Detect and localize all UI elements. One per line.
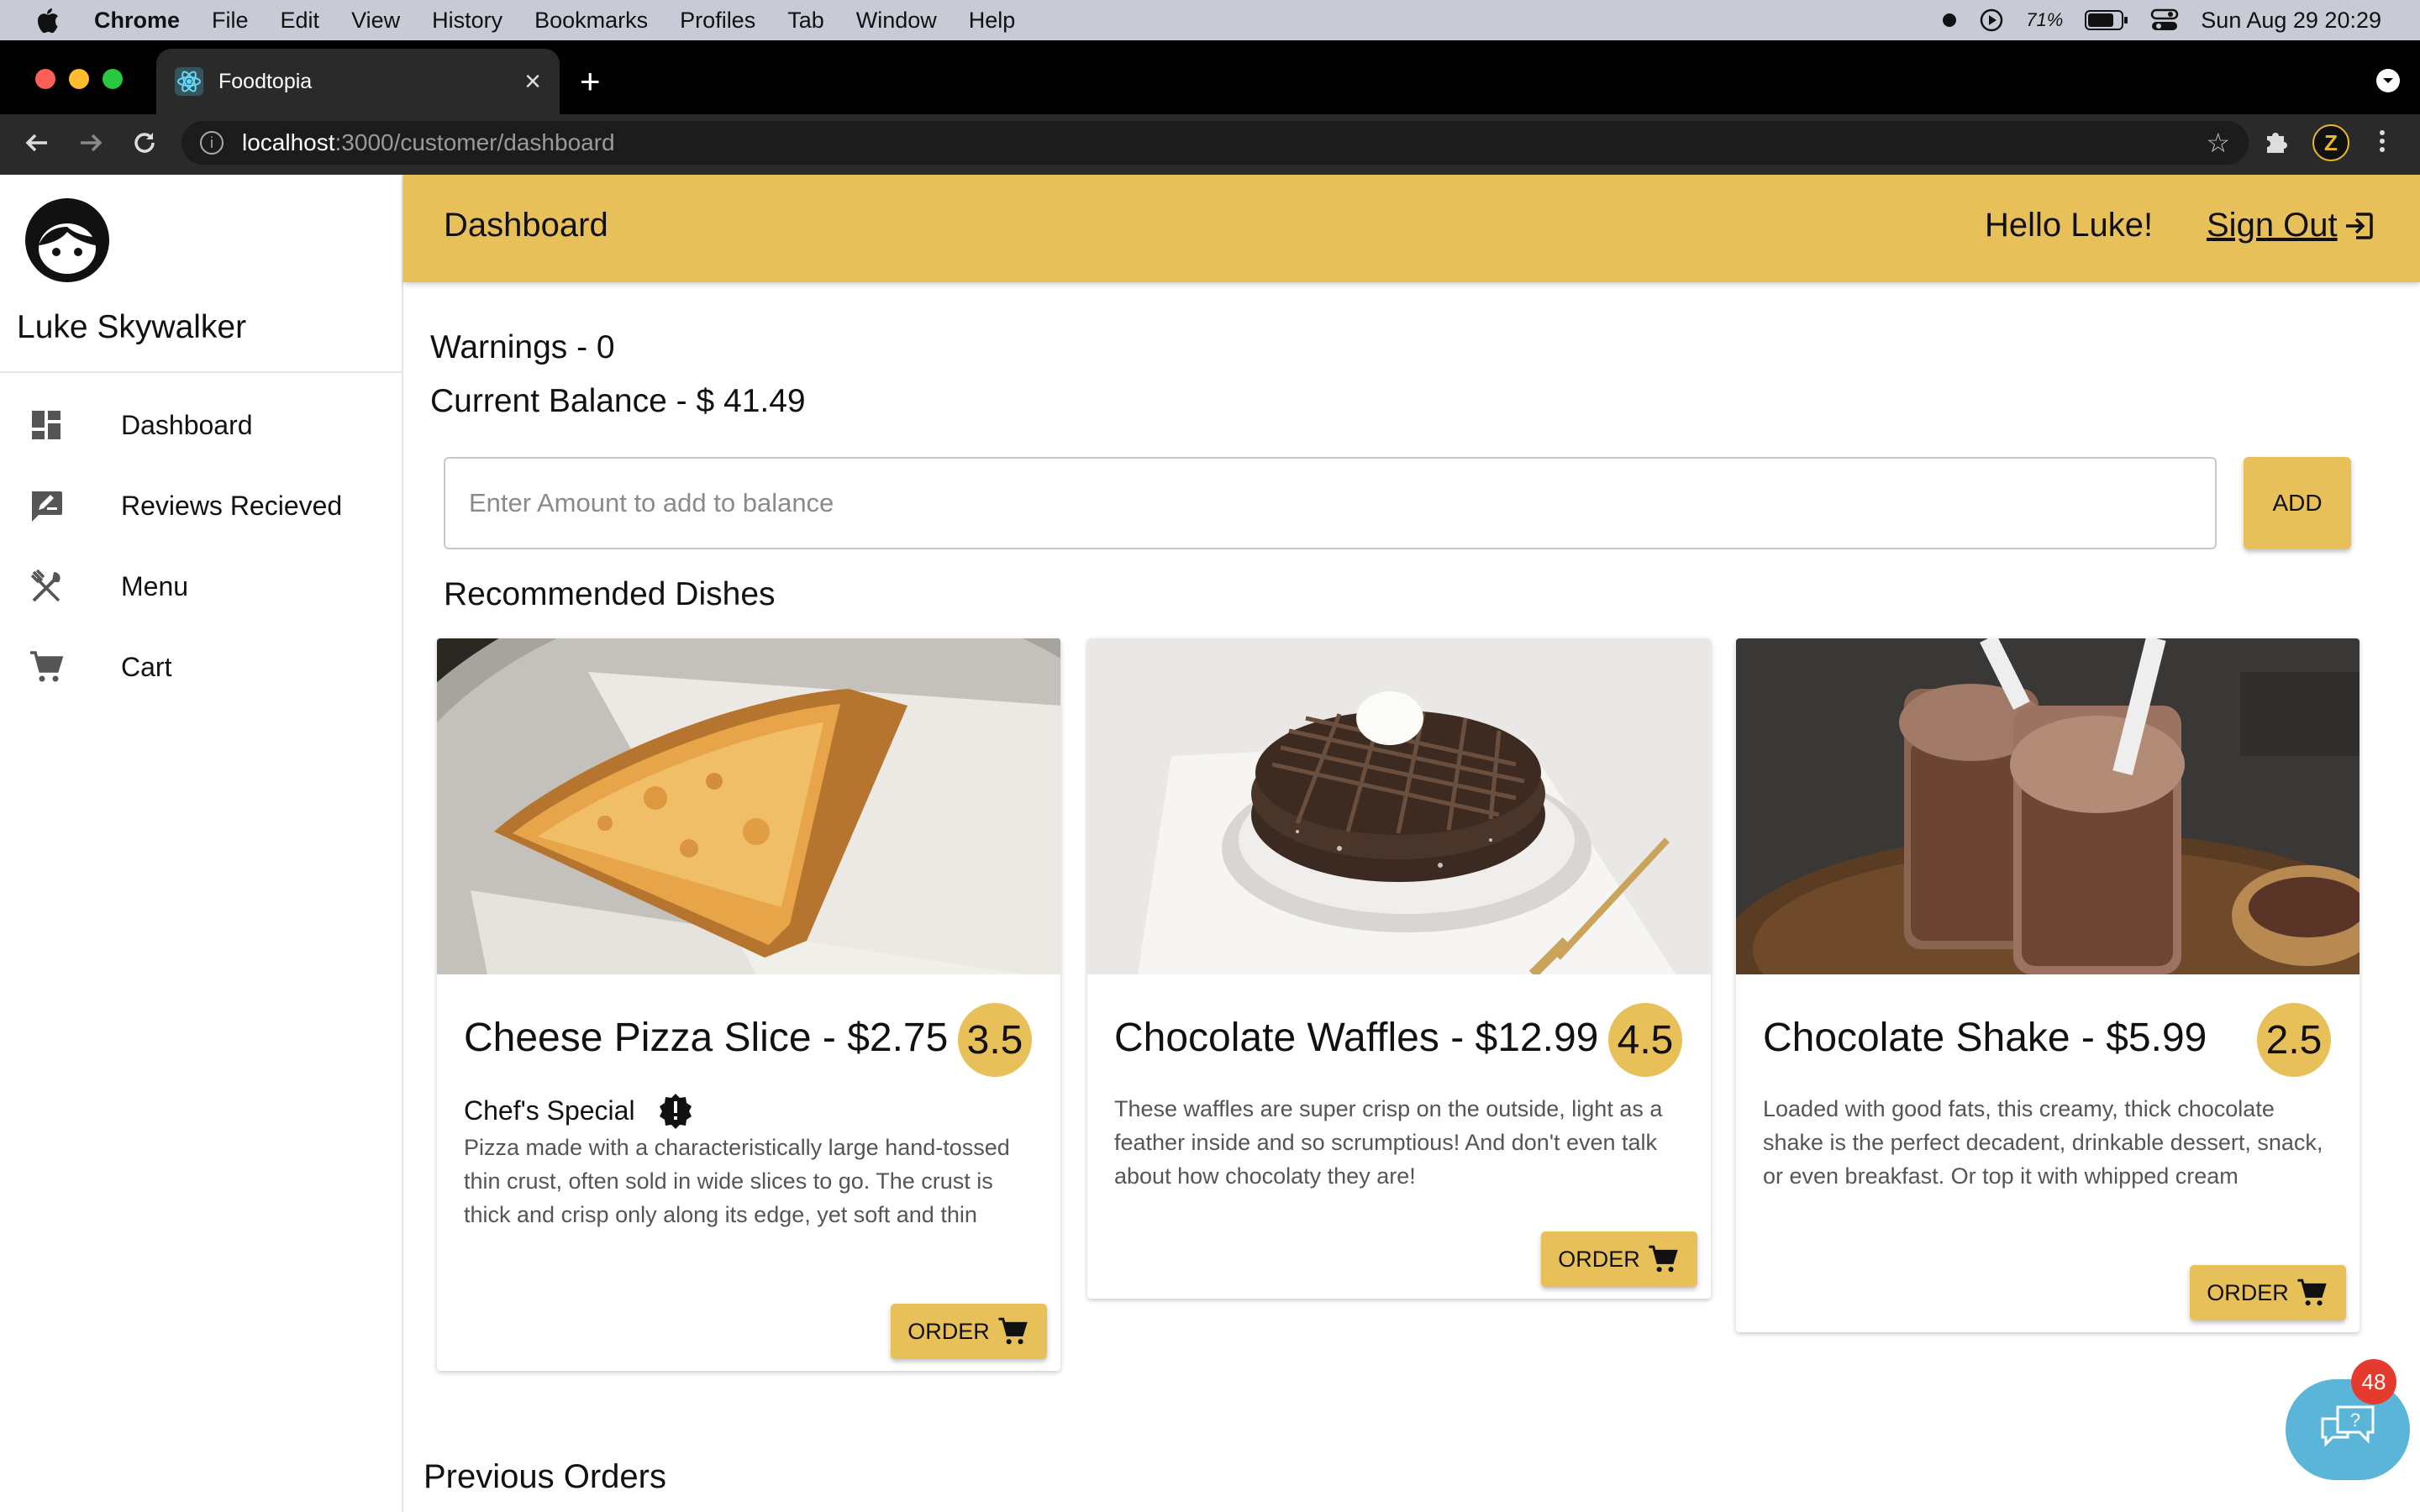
menu-edit[interactable]: Edit [281, 8, 320, 34]
browser-tab-foodtopia[interactable]: Foodtopia × [156, 49, 560, 114]
svg-text:?: ? [2350, 1410, 2360, 1431]
menu-help[interactable]: Help [969, 8, 1016, 34]
current-balance: Current Balance - $ 41.49 [430, 383, 806, 419]
window-close-button[interactable] [35, 69, 55, 89]
menu-file[interactable]: File [212, 8, 249, 34]
back-arrow-icon[interactable] [22, 128, 52, 158]
tab-title: Foodtopia [218, 69, 313, 93]
chevron-down-icon [2383, 78, 2393, 83]
cart-icon [2297, 1278, 2327, 1306]
extensions-puzzle-icon[interactable] [2260, 126, 2291, 156]
menu-window[interactable]: Window [856, 8, 937, 34]
tab-search-button[interactable] [2376, 69, 2400, 92]
play-icon[interactable] [1979, 8, 2004, 33]
sidebar-item-reviews[interactable]: Reviews Recieved [0, 465, 402, 546]
sign-out-label: Sign Out [2207, 207, 2338, 244]
waffles-photo [1087, 638, 1711, 974]
user-avatar-icon [25, 198, 109, 282]
dish-card-waffles: Chocolate Waffles - $12.99 4.5 These waf… [1087, 638, 1711, 1299]
shake-photo [1736, 638, 2360, 974]
dish-card-pizza: Cheese Pizza Slice - $2.75 3.5 Chef's Sp… [437, 638, 1060, 1371]
battery-percentage: 71% [2026, 9, 2064, 30]
bookmark-star-icon[interactable]: ☆ [2206, 127, 2230, 159]
url-path: :3000/customer/dashboard [334, 129, 615, 155]
dish-description: Pizza made with a characteristically lar… [464, 1135, 1010, 1227]
sidebar-item-dashboard[interactable]: Dashboard [0, 385, 402, 465]
apple-logo-icon[interactable] [34, 6, 60, 34]
order-button[interactable]: ORDER [891, 1304, 1047, 1359]
record-indicator-icon[interactable] [1942, 13, 1957, 28]
order-button[interactable]: ORDER [2190, 1265, 2346, 1320]
forward-arrow-icon[interactable] [76, 128, 106, 158]
dish-title: Chocolate Waffles - $12.99 [1114, 1016, 1599, 1060]
rate-review-icon [32, 491, 62, 522]
dish-rating-badge: 4.5 [1608, 1003, 1682, 1077]
order-label: ORDER [908, 1318, 990, 1344]
site-info-icon[interactable]: i [200, 131, 224, 155]
page-title: Dashboard [444, 207, 608, 244]
sidebar-item-cart[interactable]: Cart [0, 627, 402, 707]
amount-input[interactable] [444, 457, 2217, 549]
dish-description: These waffles are super crisp on the out… [1114, 1096, 1663, 1189]
new-tab-button[interactable]: + [580, 64, 601, 99]
address-bar[interactable]: i localhost:3000/customer/dashboard ☆ [182, 121, 2249, 165]
react-favicon-icon [175, 67, 203, 96]
menu-app-chrome[interactable]: Chrome [94, 8, 180, 34]
warnings-count: Warnings - 0 [430, 329, 615, 365]
tab-close-icon[interactable]: × [524, 66, 541, 98]
chat-bubbles-icon: ? [2321, 1405, 2375, 1447]
chat-notification-badge: 48 [2351, 1359, 2396, 1404]
chef-special-label: Chef's Special [464, 1092, 694, 1129]
cart-icon [998, 1317, 1028, 1345]
window-zoom-button[interactable] [103, 69, 123, 89]
dish-description: Loaded with good fats, this creamy, thic… [1763, 1096, 2323, 1189]
pizza-photo [437, 638, 1060, 974]
control-center-icon[interactable] [2150, 8, 2179, 33]
menu-history[interactable]: History [432, 8, 502, 34]
sidebar-item-label: Reviews Recieved [121, 490, 343, 521]
dashboard-icon [32, 411, 60, 439]
cart-icon [1649, 1245, 1678, 1273]
dish-rating-badge: 2.5 [2257, 1003, 2331, 1077]
sign-out-link[interactable]: Sign Out [2207, 207, 2376, 244]
sidebar-divider [0, 371, 402, 373]
utensils-icon [30, 569, 60, 602]
order-label: ORDER [1558, 1246, 1640, 1272]
logout-icon [2345, 212, 2373, 239]
url-host: localhost [242, 129, 335, 155]
sidebar-item-label: Dashboard [121, 409, 253, 440]
sidebar-item-label: Menu [121, 570, 189, 601]
profile-avatar-icon[interactable]: Z [2312, 124, 2349, 161]
chrome-menu-icon[interactable] [2371, 126, 2393, 156]
user-greeting: Hello Luke! [1985, 207, 2154, 244]
dish-title: Cheese Pizza Slice - $2.75 [464, 1016, 949, 1060]
dish-title: Chocolate Shake - $5.99 [1763, 1016, 2207, 1060]
user-name: Luke Skywalker [17, 309, 247, 345]
battery-icon[interactable] [2085, 9, 2128, 31]
menu-bookmarks[interactable]: Bookmarks [534, 8, 648, 34]
menubar-datetime[interactable]: Sun Aug 29 20:29 [2201, 8, 2381, 34]
add-balance-button[interactable]: ADD [2244, 457, 2351, 549]
menu-tab[interactable]: Tab [787, 8, 824, 34]
previous-orders-heading: Previous Orders [424, 1458, 666, 1495]
recommended-dishes-heading: Recommended Dishes [444, 576, 776, 612]
window-minimize-button[interactable] [69, 69, 89, 89]
cart-icon [30, 651, 64, 682]
reload-icon[interactable] [129, 128, 160, 158]
order-label: ORDER [2207, 1279, 2289, 1305]
macos-menu-bar: Chrome File Edit View History Bookmarks … [0, 0, 2420, 40]
chef-special-text: Chef's Special [464, 1095, 635, 1126]
menu-profiles[interactable]: Profiles [680, 8, 755, 34]
dish-rating-badge: 3.5 [958, 1003, 1032, 1077]
sidebar-item-menu[interactable]: Menu [0, 546, 402, 627]
menu-view[interactable]: View [351, 8, 400, 34]
app-header: Dashboard Hello Luke! Sign Out [403, 175, 2420, 282]
sidebar-item-label: Cart [121, 651, 172, 682]
order-button[interactable]: ORDER [1541, 1231, 1697, 1287]
app-sidebar: Luke Skywalker Dashboard Reviews Recieve… [0, 175, 403, 1512]
new-release-badge-icon [659, 1094, 692, 1129]
dish-card-shake: Chocolate Shake - $5.99 2.5 Loaded with … [1736, 638, 2360, 1332]
